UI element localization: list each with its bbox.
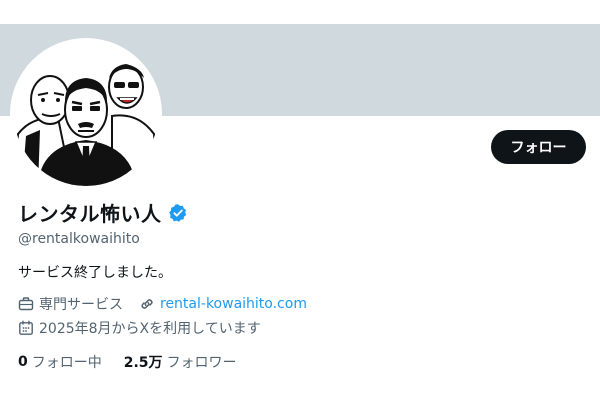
followers-count: 2.5万 (123, 355, 163, 371)
follow-button[interactable]: フォロー (491, 130, 586, 164)
profile-category: 専門サービス (18, 294, 123, 314)
avatar-illustration (14, 64, 158, 186)
followers-label: フォロワー (166, 355, 237, 371)
following-label: フォロー中 (31, 355, 102, 371)
profile-stats: 0 フォロー中 2.5万 フォロワー (18, 352, 237, 372)
profile-joined: 2025年8月からXを利用しています (18, 318, 261, 338)
calendar-icon (18, 320, 34, 336)
top-strip (0, 0, 600, 24)
profile-meta-row: 専門サービス rental-kowaihito.com (18, 294, 307, 314)
profile-handle: @rentalkowaihito (18, 231, 140, 247)
display-name: レンタル怖い人 (18, 202, 162, 226)
verified-badge-icon[interactable] (168, 203, 188, 223)
profile-avatar[interactable] (14, 42, 158, 186)
link-icon (139, 296, 155, 312)
briefcase-icon (18, 296, 34, 312)
category-text: 専門サービス (39, 297, 123, 313)
name-row: レンタル怖い人 (18, 198, 188, 227)
joined-text: 2025年8月からXを利用しています (39, 321, 261, 337)
profile-joined-row: 2025年8月からXを利用しています (18, 318, 261, 338)
profile-bio: サービス終了しました。 (18, 265, 172, 281)
followers-stat[interactable]: 2.5万 フォロワー (124, 352, 237, 372)
profile-website[interactable]: rental-kowaihito.com (139, 296, 307, 312)
following-count: 0 (18, 354, 28, 370)
following-stat[interactable]: 0 フォロー中 (18, 352, 102, 372)
website-link[interactable]: rental-kowaihito.com (160, 296, 307, 312)
